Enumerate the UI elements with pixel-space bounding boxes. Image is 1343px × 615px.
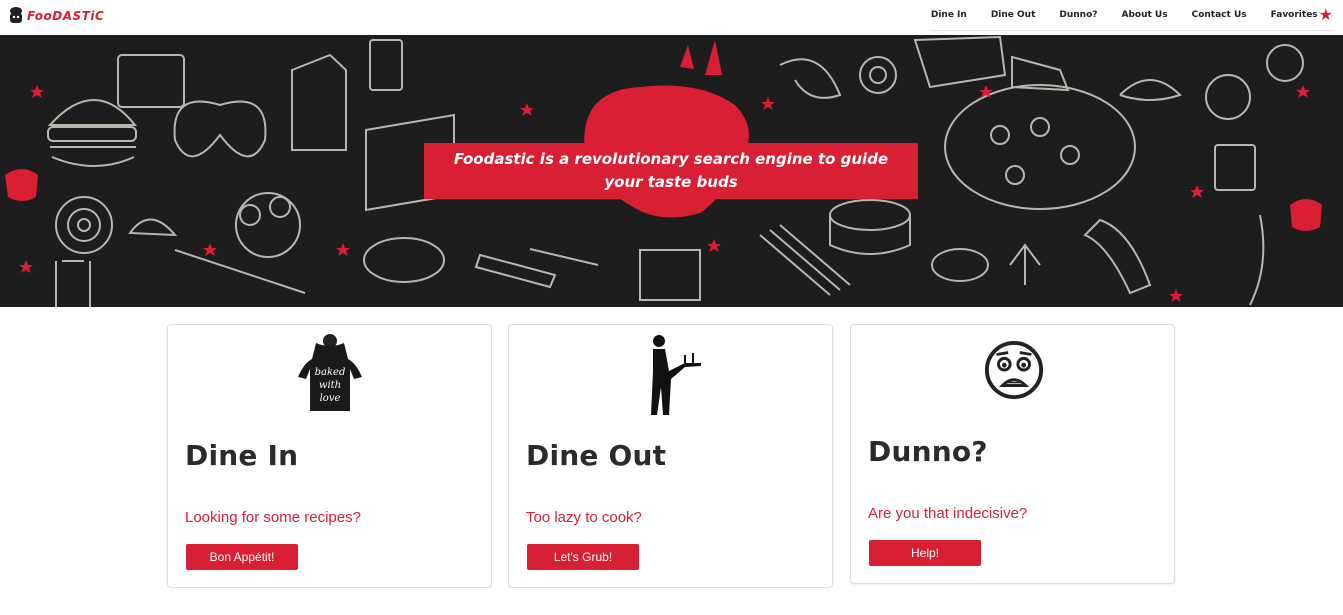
nav-favorites-label: Favorites bbox=[1270, 10, 1318, 20]
hero-tagline: Foodastic is a revolutionary search engi… bbox=[453, 150, 889, 191]
brand-name: FooDASTiC bbox=[27, 9, 105, 23]
card-title: Dine In bbox=[185, 439, 299, 472]
nav-dunno[interactable]: Dunno? bbox=[1059, 10, 1097, 20]
card-title: Dine Out bbox=[526, 439, 667, 472]
nav-dine-in[interactable]: Dine In bbox=[931, 10, 967, 20]
waiter-icon bbox=[651, 335, 701, 415]
nav-dine-out[interactable]: Dine Out bbox=[991, 10, 1036, 20]
brand-logo-link[interactable]: FooDASTiC bbox=[6, 5, 104, 27]
dine-out-card: Dine Out Too lazy to cook? Let's Grub! bbox=[508, 324, 833, 588]
svg-text:baked: baked bbox=[315, 367, 346, 378]
apron-icon: baked with love bbox=[298, 334, 362, 411]
nav-favorites[interactable]: Favorites ★ bbox=[1271, 7, 1333, 23]
svg-text:with: with bbox=[319, 380, 341, 391]
navbar: FooDASTiC Dine In Dine Out Dunno? About … bbox=[0, 0, 1343, 35]
dunno-card: Dunno? Are you that indecisive? Help! bbox=[850, 324, 1175, 584]
nav-about-us[interactable]: About Us bbox=[1122, 10, 1168, 20]
svg-text:love: love bbox=[320, 393, 341, 404]
card-text: Are you that indecisive? bbox=[868, 505, 1028, 522]
card-text: Too lazy to cook? bbox=[526, 509, 642, 526]
nav-contact-us[interactable]: Contact Us bbox=[1192, 10, 1247, 20]
main-nav: Dine In Dine Out Dunno? About Us Contact… bbox=[930, 0, 1333, 31]
bon-appetit-button[interactable]: Bon Appétit! bbox=[186, 544, 298, 570]
chef-pot-logo-icon bbox=[10, 7, 22, 23]
hero-tagline-banner: Foodastic is a revolutionary search engi… bbox=[424, 143, 918, 199]
hero-banner: Foodastic is a revolutionary search engi… bbox=[0, 35, 1343, 307]
lets-grub-button[interactable]: Let's Grub! bbox=[527, 544, 639, 570]
card-text: Looking for some recipes? bbox=[185, 509, 361, 526]
card-title: Dunno? bbox=[868, 435, 988, 468]
dine-in-card: baked with love Dine In Looking for some… bbox=[167, 324, 492, 588]
worried-face-icon bbox=[984, 340, 1044, 400]
star-icon: ★ bbox=[1318, 5, 1333, 24]
help-button[interactable]: Help! bbox=[869, 540, 981, 566]
